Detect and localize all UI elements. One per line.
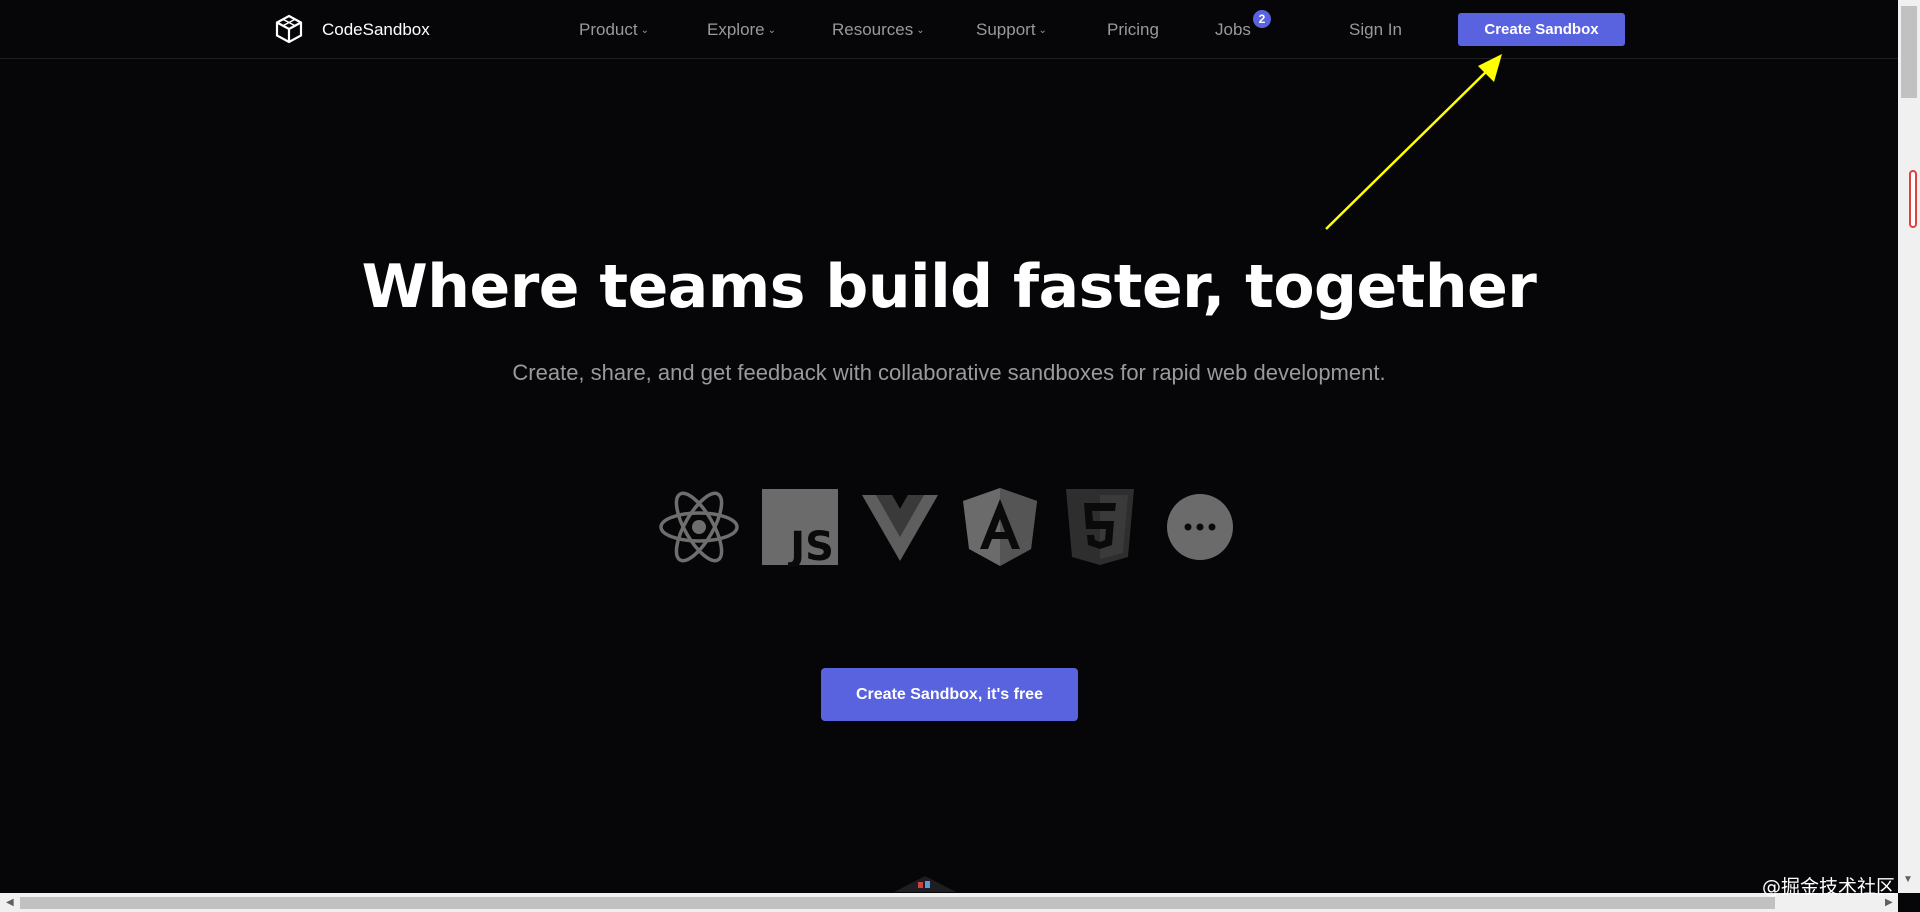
nav-support-label: Support	[976, 20, 1036, 39]
more-icon[interactable]	[1160, 487, 1240, 567]
react-icon[interactable]	[659, 487, 739, 567]
svg-text:JS: JS	[787, 524, 834, 567]
scroll-left-arrow-icon[interactable]: ◀	[6, 897, 14, 908]
nav-jobs[interactable]: Jobs	[1215, 20, 1251, 40]
create-sandbox-free-button[interactable]: Create Sandbox, it's free	[821, 668, 1078, 721]
sign-in-link[interactable]: Sign In	[1349, 20, 1402, 40]
chevron-down-icon: ⌄	[916, 25, 925, 36]
html5-icon[interactable]	[1060, 487, 1140, 567]
horizontal-scrollbar-thumb[interactable]	[20, 897, 1775, 909]
vertical-scrollbar-thumb[interactable]	[1901, 6, 1917, 98]
hero-subheadline: Create, share, and get feedback with col…	[512, 360, 1386, 385]
scroll-down-arrow-icon[interactable]: ▼	[1903, 874, 1913, 885]
create-sandbox-button[interactable]: Create Sandbox	[1458, 13, 1625, 46]
hero-headline: Where teams build faster, together	[361, 252, 1537, 322]
nav-product[interactable]: Product ⌄	[579, 20, 649, 40]
nav-explore-label: Explore	[707, 20, 765, 39]
annotation-arrow-icon	[1325, 54, 1502, 230]
nav-pricing-label: Pricing	[1107, 20, 1159, 39]
nav-resources-label: Resources	[832, 20, 914, 39]
codesandbox-logo-icon[interactable]	[274, 14, 304, 44]
brand-name[interactable]: CodeSandbox	[322, 20, 430, 40]
watermark: @掘金技术社区	[1762, 876, 1896, 898]
nav-support[interactable]: Support ⌄	[976, 20, 1047, 40]
nav-explore[interactable]: Explore ⌄	[707, 20, 776, 40]
scroll-position-marker	[1909, 170, 1917, 228]
javascript-icon[interactable]: JS	[760, 487, 840, 567]
jobs-count-badge: 2	[1253, 10, 1271, 28]
chevron-down-icon: ⌄	[640, 25, 649, 36]
nav-jobs-label: Jobs	[1215, 20, 1251, 39]
nav-product-label: Product	[579, 20, 638, 39]
nav-pricing[interactable]: Pricing	[1107, 20, 1159, 40]
top-nav: CodeSandbox Product ⌄ Explore ⌄ Resources ⌄…	[0, 0, 1898, 59]
chevron-down-icon: ⌄	[767, 25, 777, 36]
vertical-scrollbar[interactable]	[1898, 0, 1920, 893]
chevron-down-icon: ⌄	[1038, 25, 1047, 36]
preview-thumbnail-icon	[894, 876, 956, 892]
vue-icon[interactable]	[860, 487, 940, 567]
angular-icon[interactable]	[960, 487, 1040, 567]
nav-resources[interactable]: Resources ⌄	[832, 20, 925, 40]
